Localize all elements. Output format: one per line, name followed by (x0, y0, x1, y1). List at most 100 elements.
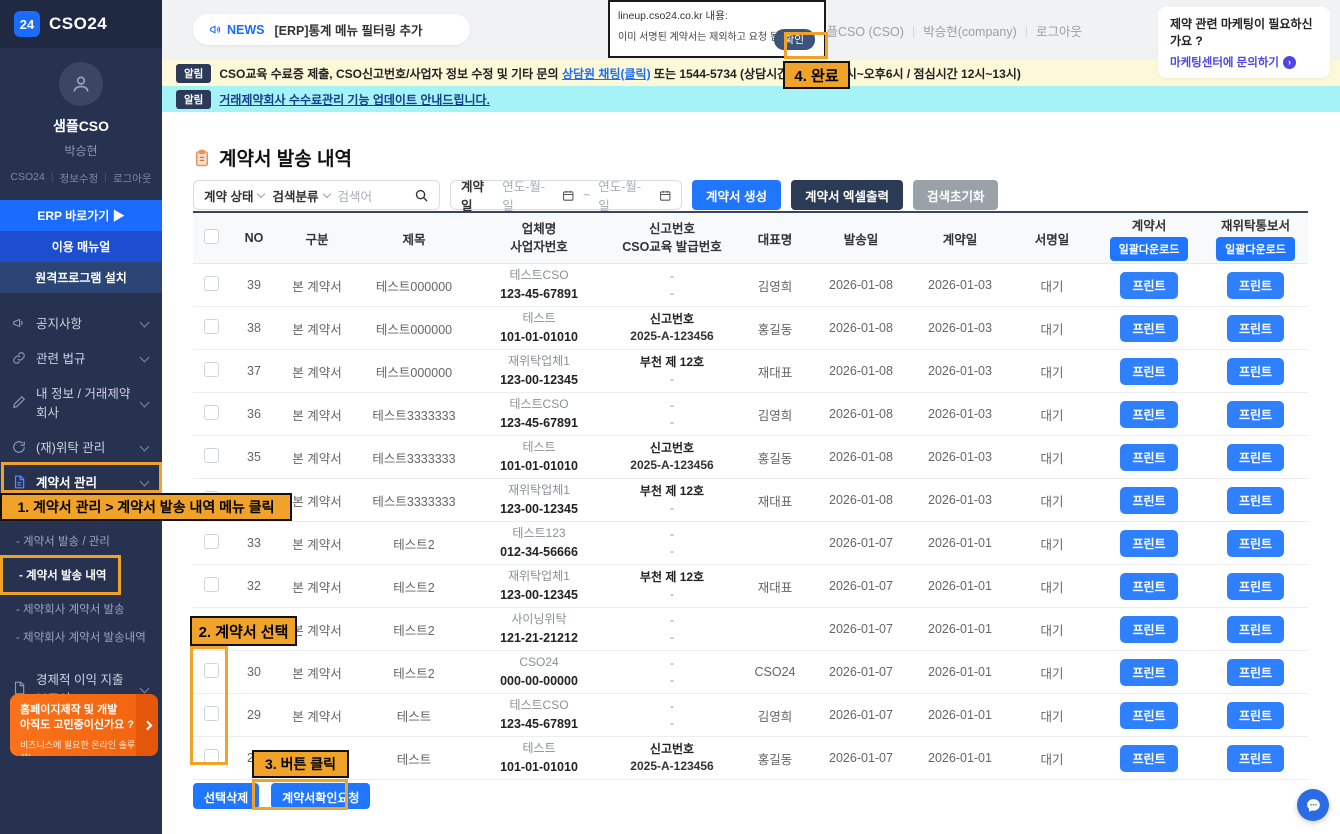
profile-link-cso24[interactable]: CSO24 (10, 171, 44, 186)
cell-contract-date: 2026-01-03 (911, 306, 1009, 350)
news-ticker[interactable]: NEWS [ERP]통계 메뉴 필터링 추가 (193, 14, 471, 45)
print-contract-button[interactable]: 프린트 (1120, 486, 1178, 514)
print-contract-button[interactable]: 프린트 (1120, 744, 1178, 772)
print-contract-button[interactable]: 프린트 (1120, 615, 1178, 643)
category-select[interactable]: 검색분류 (272, 186, 331, 205)
remote-install-button[interactable]: 원격프로그램 설치 (0, 262, 162, 293)
print-contract-button[interactable]: 프린트 (1120, 400, 1178, 428)
sidebar-item-contract-send[interactable]: - 계약서 발송 / 관리 (0, 527, 162, 555)
print-redelegation-button[interactable]: 프린트 (1226, 572, 1285, 600)
bulk-download-redelegation-button[interactable]: 일괄다운로드 (1216, 237, 1295, 261)
alert-bar-cyan: 알림 거래제약회사 수수료관리 기능 업데이트 안내드립니다. (162, 86, 1340, 112)
account-company-link[interactable]: 샘플CSO (CSO) (815, 21, 904, 40)
print-contract-button[interactable]: 프린트 (1120, 271, 1178, 299)
request-contract-confirm-button[interactable]: 계약서확인요청 (271, 783, 371, 809)
print-contract-button[interactable]: 프린트 (1120, 529, 1178, 557)
cell-title: 테스트3333333 (355, 478, 473, 522)
row-checkbox[interactable] (203, 276, 219, 291)
sidebar-nav: 공지사항 관련 법규 내 정보 / 거래제약회사 (재)위탁 관리 계약서 관리… (0, 305, 162, 750)
cell-sign-status: 대기 (1009, 263, 1095, 307)
sidebar-item-consignment[interactable]: (재)위탁 관리 (0, 429, 162, 464)
clipboard-icon (196, 149, 208, 166)
logout-link[interactable]: 로그아웃 (1036, 21, 1082, 40)
keyword-input[interactable]: 검색어 (338, 186, 407, 205)
sidebar-item-laws[interactable]: 관련 법규 (0, 340, 162, 375)
row-checkbox[interactable] (203, 362, 219, 377)
date-from-input[interactable]: 연도-월-일 (502, 176, 554, 214)
col-type: 구분 (279, 212, 355, 264)
print-contract-button[interactable]: 프린트 (1120, 443, 1178, 471)
chat-fab-button[interactable] (1297, 789, 1329, 821)
chevron-down-icon (139, 397, 150, 407)
alert-badge: 알림 (176, 63, 212, 83)
cell-contract-date: 2026-01-03 (911, 392, 1009, 436)
news-label: NEWS (227, 22, 265, 37)
row-checkbox[interactable] (203, 749, 219, 764)
cell-title: 테스트2 (355, 607, 473, 651)
print-redelegation-button[interactable]: 프린트 (1226, 744, 1285, 772)
cell-ceo: 재대표 (739, 564, 811, 608)
print-redelegation-button[interactable]: 프린트 (1226, 357, 1285, 385)
fee-update-link[interactable]: 거래제약회사 수수료관리 기능 업데이트 안내드립니다. (219, 91, 490, 108)
bulk-download-contract-button[interactable]: 일괄다운로드 (1109, 237, 1189, 261)
cell-contract-date: 2026-01-03 (911, 435, 1009, 479)
excel-export-button[interactable]: 계약서 엑셀출력 (790, 180, 903, 210)
row-checkbox[interactable] (203, 577, 219, 592)
erp-shortcut-button[interactable]: ERP 바로가기 ▶ (0, 200, 162, 231)
main-area: NEWS [ERP]통계 메뉴 필터링 추가 샘플CSO (CSO) | 박승현(… (162, 0, 1340, 834)
print-redelegation-button[interactable]: 프린트 (1226, 400, 1285, 428)
sidebar-item-pharma-contract-send[interactable]: - 제약회사 계약서 발송 (0, 595, 162, 623)
print-redelegation-button[interactable]: 프린트 (1226, 314, 1285, 342)
cell-company: 테스트 101-01-01010 (473, 306, 605, 350)
speaker-icon (210, 25, 221, 34)
print-redelegation-button[interactable]: 프린트 (1226, 658, 1285, 686)
profile-link-edit[interactable]: 정보수정 (60, 171, 99, 186)
row-checkbox[interactable] (203, 663, 219, 678)
chat-consult-link[interactable]: 상담원 채팅(클릭) (562, 67, 651, 81)
cell-title: 테스트2 (355, 564, 473, 608)
cell-no: 38 (229, 306, 279, 350)
status-select[interactable]: 계약 상태 (204, 186, 266, 205)
print-contract-button[interactable]: 프린트 (1120, 701, 1178, 729)
print-contract-button[interactable]: 프린트 (1120, 658, 1178, 686)
sidebar-item-label: (재)위탁 관리 (36, 441, 106, 455)
cell-contract-date: 2026-01-01 (911, 607, 1009, 651)
print-redelegation-button[interactable]: 프린트 (1226, 701, 1285, 729)
print-redelegation-button[interactable]: 프린트 (1226, 486, 1285, 514)
reset-search-button[interactable]: 검색초기화 (912, 180, 999, 210)
sidebar-item-myinfo[interactable]: 내 정보 / 거래제약회사 (0, 375, 162, 429)
sidebar-item-notice[interactable]: 공지사항 (0, 305, 162, 340)
delete-selected-button[interactable]: 선택삭제 (193, 783, 260, 809)
sidebar-item-pharma-contract-history[interactable]: - 제약회사 계약서 발송내역 (0, 623, 162, 651)
table-body: 39 본 계약서 테스트000000 테스트CSO 123-45-67891 --… (193, 263, 1308, 780)
logo[interactable]: 24 CSO24 (0, 0, 162, 48)
date-to-input[interactable]: 연도-월-일 (598, 176, 650, 214)
row-checkbox[interactable] (203, 319, 219, 334)
dialog-ok-button[interactable]: 확인 (773, 29, 815, 50)
print-contract-button[interactable]: 프린트 (1120, 357, 1178, 385)
profile-link-logout[interactable]: 로그아웃 (113, 171, 152, 186)
calendar-icon[interactable] (562, 189, 575, 202)
print-redelegation-button[interactable]: 프린트 (1226, 615, 1285, 643)
row-checkbox[interactable] (203, 534, 219, 549)
homepage-promo-banner[interactable]: 홈페이지제작 및 개발 아직도 고민중이신가요 ? 비즈니스에 필요한 온라인 … (10, 694, 158, 756)
chevron-down-icon (257, 189, 266, 198)
cell-company: 사이닝위탁 121-21-21212 (473, 607, 605, 651)
search-icon[interactable] (414, 188, 429, 203)
print-redelegation-button[interactable]: 프린트 (1226, 271, 1285, 299)
account-user-link[interactable]: 박승현(company) (923, 21, 1017, 40)
row-checkbox[interactable] (203, 405, 219, 420)
cell-contract-date: 2026-01-03 (911, 263, 1009, 307)
print-contract-button[interactable]: 프린트 (1120, 572, 1178, 600)
row-checkbox[interactable] (203, 706, 219, 721)
calendar-icon[interactable] (659, 189, 672, 202)
marketing-inquiry-link[interactable]: 마케팅센터에 문의하기 › (1170, 54, 1318, 70)
create-contract-button[interactable]: 계약서 생성 (692, 180, 781, 210)
cell-type: 본 계약서 (279, 564, 355, 608)
manual-button[interactable]: 이용 매뉴얼 (0, 231, 162, 262)
print-contract-button[interactable]: 프린트 (1120, 314, 1178, 342)
row-checkbox[interactable] (203, 448, 219, 463)
print-redelegation-button[interactable]: 프린트 (1226, 443, 1285, 471)
print-redelegation-button[interactable]: 프린트 (1226, 529, 1285, 557)
select-all-checkbox[interactable] (203, 229, 219, 244)
